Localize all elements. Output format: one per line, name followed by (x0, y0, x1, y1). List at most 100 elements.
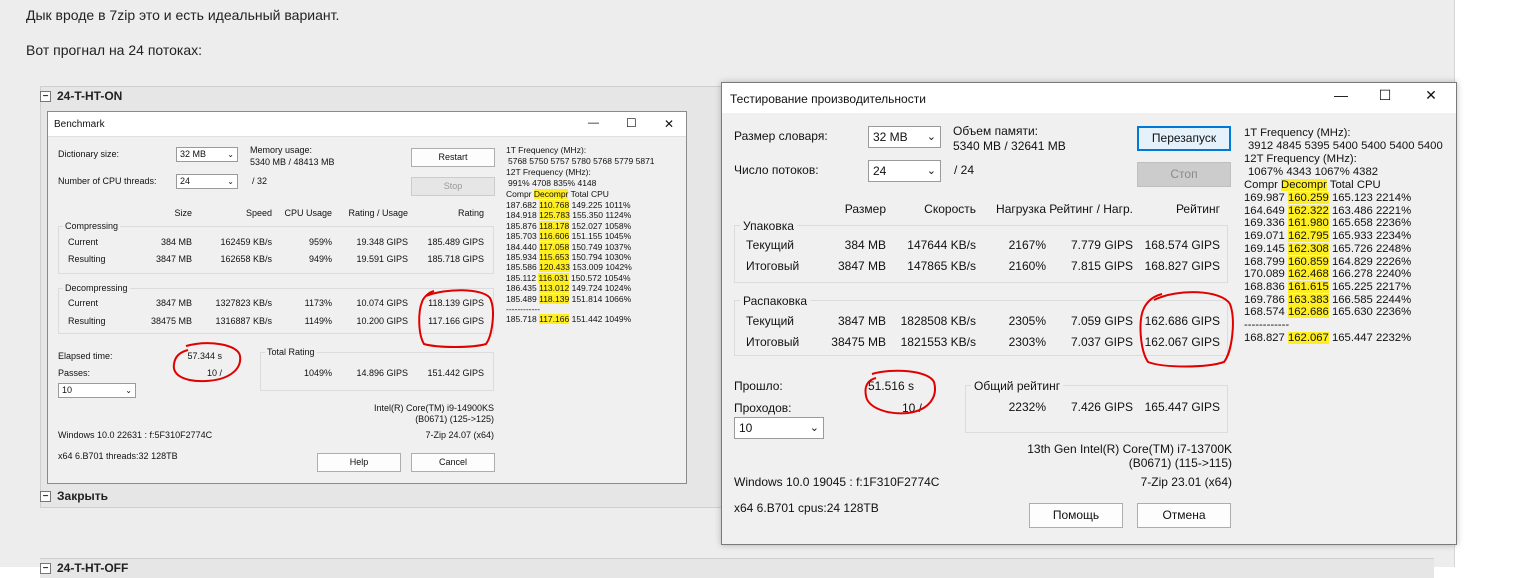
cell-decompr: 116.031 (538, 272, 569, 283)
window-titlebar[interactable]: Benchmark — ☐ ✕ (48, 112, 686, 137)
cell-decompr: 160.259 (1287, 192, 1329, 204)
row-size: 38475 MB (831, 335, 886, 349)
header-cpu: CPU (590, 189, 609, 199)
maximize-icon[interactable]: ☐ (626, 116, 637, 130)
row-rating: 162.067 GIPS (1144, 335, 1220, 349)
cell-cpu: 2217% (1375, 280, 1412, 293)
minimize-icon[interactable]: — (1331, 87, 1351, 103)
window-title: Тестирование производительности (730, 92, 926, 106)
spoiler-title[interactable]: 24-T-HT-ON (57, 89, 122, 103)
cell-compr: 185.934 (506, 252, 537, 263)
help-button[interactable]: Help (317, 453, 401, 472)
restart-button[interactable]: Перезапуск (1137, 126, 1231, 151)
header-cpu: CPU (1356, 179, 1381, 191)
cell-cpu: 2236% (1375, 217, 1412, 230)
cell-total: 164.829 (1331, 255, 1373, 268)
passes-select[interactable]: 10 ⌄ (58, 383, 136, 398)
threads-value: 24 (873, 164, 887, 178)
row-speed: 1327823 KB/s (215, 298, 272, 308)
row-rating: 168.827 GIPS (1144, 259, 1220, 273)
header-total: Total (570, 189, 589, 199)
close-icon[interactable]: ✕ (664, 117, 674, 131)
freq1t-values: 5768 5750 5757 5780 5768 5779 5871 (508, 156, 655, 166)
stop-button[interactable]: Stop (411, 177, 495, 196)
pass-table-row: 169.071 162.795 165.933 2234% (1244, 230, 1411, 243)
cell-decompr: 118.139 (539, 293, 570, 304)
stop-button[interactable]: Стоп (1137, 162, 1231, 187)
cell-total: 153.009 (572, 262, 603, 273)
pass-table-row: 169.145 162.308 165.726 2248% (1244, 242, 1412, 256)
pass-table-total-row: 168.827 162.067 165.447 2232% (1244, 331, 1411, 345)
spoiler-close-label[interactable]: Закрыть (57, 489, 108, 503)
spoiler-close[interactable]: − Закрыть (40, 489, 108, 503)
row-size: 3847 MB (155, 298, 192, 308)
row-rating: 117.166 GIPS (428, 316, 484, 326)
pass-table-row: 184.918 125.783 155.350 1124% (506, 210, 632, 221)
close-icon[interactable]: ✕ (1421, 87, 1441, 104)
row-label: Итоговый (746, 259, 800, 273)
cell-decompr: 162.067 (1287, 331, 1329, 344)
cell-total: 151.155 (571, 231, 603, 242)
window-titlebar[interactable]: Тестирование производительности — ☐ ✕ (722, 83, 1456, 113)
col-rating-usage: Рейтинг / Нагр. (1049, 202, 1133, 216)
row-rating: 162.686 GIPS (1144, 314, 1220, 328)
compressing-label: Упаковка (740, 219, 797, 233)
col-speed: Speed (245, 208, 272, 218)
spoiler-collapse-icon[interactable]: − (40, 90, 51, 102)
row-rating-usage: 7.037 GIPS (1070, 335, 1133, 349)
spoiler-next-title[interactable]: 24-T-HT-OFF (57, 561, 128, 575)
row-usage: 1173% (304, 298, 332, 308)
row-usage: 2160% (1008, 259, 1046, 273)
row-usage: 2305% (1008, 314, 1046, 328)
freq1t-label: 1T Frequency (MHz): (506, 145, 587, 155)
cancel-button[interactable]: Cancel (411, 453, 495, 472)
cell-cpu: 2248% (1375, 242, 1412, 255)
cell-compr: 185.586 (506, 262, 537, 273)
decompressing-label: Decompressing (63, 283, 130, 293)
cell-decompr: 162.308 (1287, 242, 1329, 255)
row-label: Current (68, 237, 99, 247)
spoiler-next-header[interactable]: − 24-T-HT-OFF (40, 561, 128, 575)
cell-total: 165.225 (1331, 280, 1373, 293)
row-size: 384 MB (160, 237, 192, 247)
chevron-down-icon: ⌄ (809, 422, 819, 434)
header-total: Total (1329, 179, 1354, 191)
threads-select[interactable]: 24 ⌄ (868, 160, 941, 182)
spoiler-close-icon[interactable]: − (40, 490, 51, 502)
pass-table: 187.682 110.768 149.225 1011% 184.918 125… (506, 200, 632, 325)
row-speed: 1828508 KB/s (900, 314, 976, 328)
row-usage: 2167% (1008, 238, 1046, 252)
dictionary-size-select[interactable]: 32 MB ⌄ (176, 147, 238, 162)
header-decompr: Decompr (533, 189, 569, 199)
dictionary-size-select[interactable]: 32 MB ⌄ (868, 126, 941, 148)
cancel-button[interactable]: Отмена (1137, 503, 1231, 528)
row-speed: 1821553 KB/s (900, 335, 976, 349)
row-speed: 162658 KB/s (220, 254, 272, 264)
col-rating: Рейтинг (1175, 202, 1220, 216)
threads-select[interactable]: 24 ⌄ (176, 174, 238, 189)
cell-cpu: 1054% (604, 272, 631, 283)
cell-decompr: 117.058 (539, 241, 570, 252)
spoiler-header[interactable]: − 24-T-HT-ON (40, 89, 122, 103)
elapsed-label: Прошло: (734, 379, 783, 393)
cell-compr: 168.799 (1244, 255, 1285, 268)
passes-select[interactable]: 10 ⌄ (734, 417, 824, 439)
cell-compr: 184.440 (506, 241, 537, 252)
cell-compr: 186.435 (506, 283, 537, 294)
row-label: Текущий (746, 314, 794, 328)
restart-button[interactable]: Restart (411, 148, 495, 167)
minimize-icon[interactable]: — (588, 117, 599, 129)
cell-total: 150.572 (570, 272, 602, 283)
pass-table-row: 186.435 113.012 149.724 1024% (506, 283, 632, 294)
system-info: x64 6.B701 cpus:24 128TB (734, 501, 879, 515)
maximize-icon[interactable]: ☐ (1375, 87, 1395, 104)
row-rating-usage: 10.074 GIPS (356, 298, 408, 308)
help-button[interactable]: Помощь (1029, 503, 1123, 528)
cell-decompr: 118.178 (539, 220, 570, 231)
row-rating: 185.489 GIPS (427, 237, 484, 247)
threads-label: Number of CPU threads: (58, 176, 157, 186)
cell-cpu: 1042% (605, 262, 632, 273)
pass-table: 169.987 160.259 165.123 2214% 164.649 162… (1244, 192, 1411, 344)
spoiler-next-toggle-icon[interactable]: − (40, 562, 51, 574)
cell-decompr: 162.322 (1287, 204, 1329, 217)
